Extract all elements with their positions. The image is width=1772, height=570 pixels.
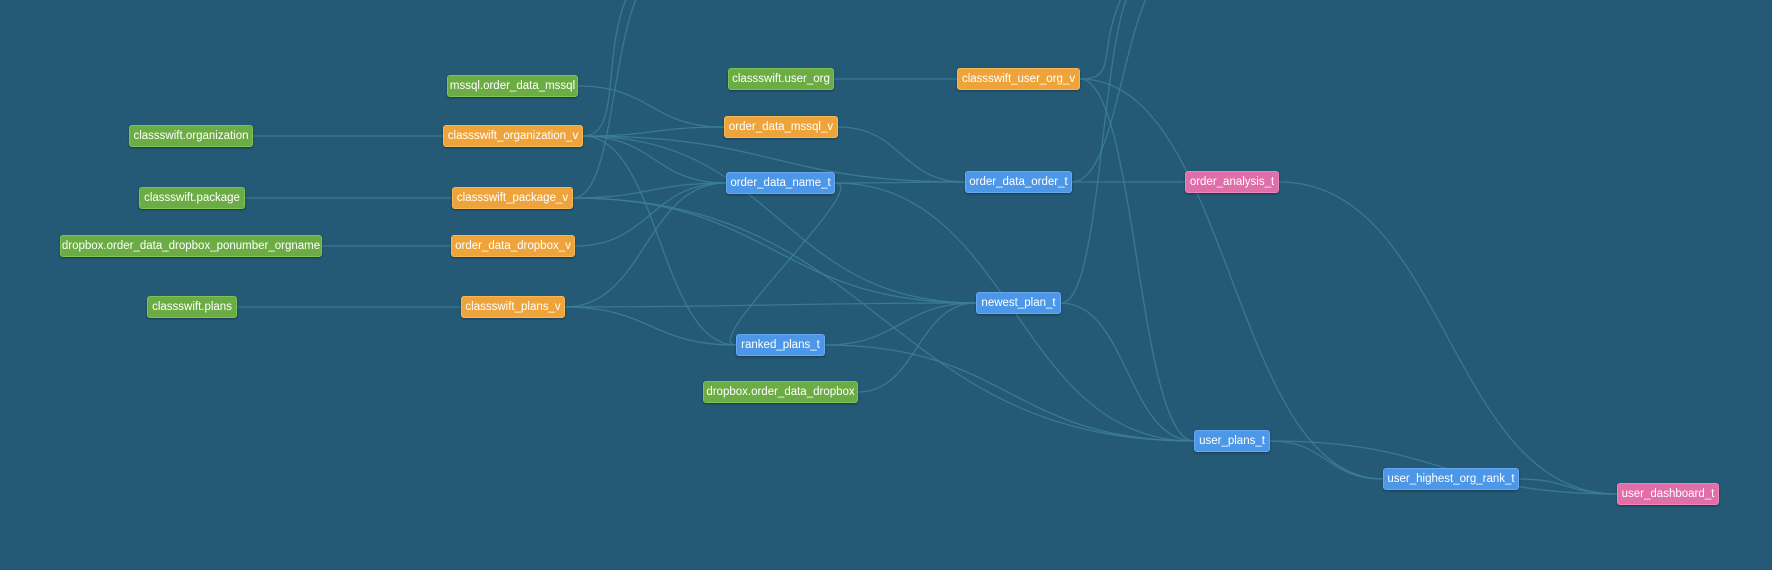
edge-classswift_organization_v-to-newest_plan_t xyxy=(582,135,977,304)
node-order-analysis-t[interactable]: order_analysis_t xyxy=(1185,171,1279,193)
edge-classswift_package_v-offscreen xyxy=(572,0,637,199)
edge-user_plans_t-to-user_highest_org_rank_t xyxy=(1269,440,1384,480)
node-user-plans-t[interactable]: user_plans_t xyxy=(1194,430,1270,452)
node-classswift-plans[interactable]: classswift.plans xyxy=(147,296,237,318)
edge-newest_plan_t-offscreen xyxy=(1060,0,1127,304)
edge-classswift_user_org_v-to-user_plans_t xyxy=(1079,78,1195,442)
node-order-data-order-t[interactable]: order_data_order_t xyxy=(965,171,1072,193)
edge-order_data_name_t-to-ranked_plans_t xyxy=(729,182,842,346)
edge-classswift_organization_v-to-order_data_mssql_v xyxy=(582,126,725,137)
edge-ranked_plans_t-to-newest_plan_t xyxy=(824,302,977,346)
edge-classswift_package_v-to-newest_plan_t xyxy=(572,197,977,304)
edge-classswift_plans_v-to-newest_plan_t xyxy=(564,302,977,308)
edge-classswift_plans_v-to-ranked_plans_t xyxy=(564,306,737,346)
edge-newest_plan_t-to-user_plans_t xyxy=(1060,302,1195,442)
edge-classswift_organization_v-offscreen xyxy=(582,0,627,137)
node-classswift-user-org-v[interactable]: classswift_user_org_v xyxy=(957,68,1080,90)
node-user-highest-org-rank-t[interactable]: user_highest_org_rank_t xyxy=(1383,468,1519,490)
node-dropbox-order-data-dropbox[interactable]: dropbox.order_data_dropbox xyxy=(703,381,858,403)
node-order-data-mssql-v[interactable]: order_data_mssql_v xyxy=(724,116,838,138)
node-classswift-package[interactable]: classswift.package xyxy=(139,187,245,209)
node-newest-plan-t[interactable]: newest_plan_t xyxy=(976,292,1061,314)
node-ranked-plans-t[interactable]: ranked_plans_t xyxy=(736,334,825,356)
node-mssql-order-data-mssql[interactable]: mssql.order_data_mssql xyxy=(447,75,578,97)
edge-classswift_package_v-to-user_plans_t xyxy=(572,197,1195,442)
edge-mssql_order_data_mssql-to-order_data_mssql_v xyxy=(577,85,725,128)
node-user-dashboard-t[interactable]: user_dashboard_t xyxy=(1617,483,1719,505)
node-dropbox-order-data-dropbox-ponumber-orgname[interactable]: dropbox.order_data_dropbox_ponumber_orgn… xyxy=(60,235,322,257)
edge-order_data_name_t-to-order_data_order_t xyxy=(834,181,966,184)
edge-classswift_user_org_v-to-user_highest_org_rank_t xyxy=(1079,78,1384,480)
node-classswift-organization[interactable]: classswift.organization xyxy=(129,125,253,147)
node-order-data-name-t[interactable]: order_data_name_t xyxy=(726,172,835,194)
edge-order_analysis_t-to-user_dashboard_t xyxy=(1278,181,1618,495)
edge-order_data_mssql_v-to-order_data_order_t xyxy=(837,126,966,183)
node-classswift-plans-v[interactable]: classswift_plans_v xyxy=(461,296,565,318)
node-classswift-user-org[interactable]: classswift.user_org xyxy=(728,68,834,90)
node-order-data-dropbox-v[interactable]: order_data_dropbox_v xyxy=(451,235,575,257)
node-classswift-package-v[interactable]: classswift_package_v xyxy=(452,187,573,209)
node-classswift-organization-v[interactable]: classswift_organization_v xyxy=(443,125,583,147)
lineage-diagram: mssql.order_data_mssql classswift.organi… xyxy=(0,0,1772,570)
edge-classswift_user_org_v-offscreen xyxy=(1079,0,1122,80)
edge-classswift_organization_v-to-ranked_plans_t xyxy=(582,135,737,346)
